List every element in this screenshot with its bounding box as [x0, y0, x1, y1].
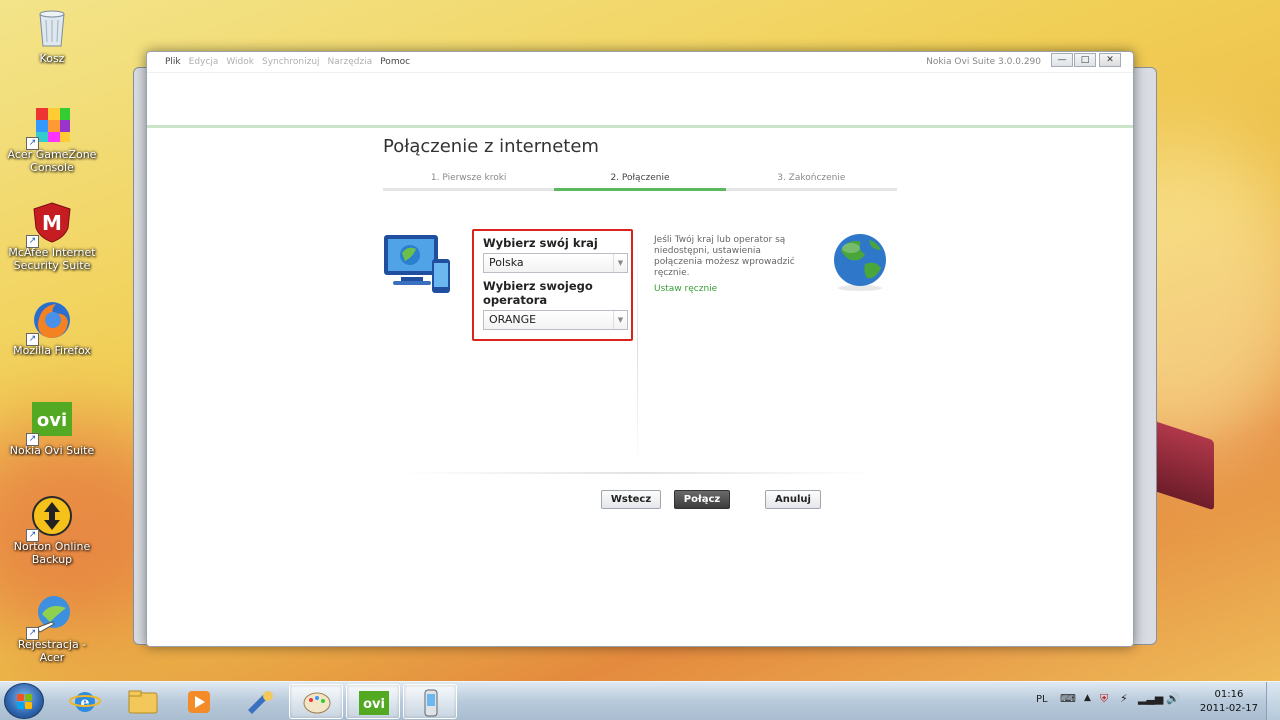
desktop-icon-recycle-bin[interactable]: Kosz [4, 6, 100, 65]
taskbar-phone[interactable] [403, 684, 457, 719]
minimize-button[interactable]: — [1051, 53, 1073, 67]
shortcut-arrow-icon: ↗ [26, 235, 39, 248]
desktop-icon-label: Kosz [39, 52, 65, 65]
volume-icon[interactable]: 🔊 [1166, 692, 1180, 705]
acer-registration-icon: ↗ [26, 592, 74, 640]
close-button[interactable]: ✕ [1099, 53, 1121, 67]
desktop-icon-mcafee[interactable]: M ↗ McAfee Internet Security Suite [4, 200, 100, 272]
desktop-icon-ovi[interactable]: ovi ↗ Nokia Ovi Suite [4, 398, 100, 457]
desktop-icon-firefox[interactable]: ↗ Mozilla Firefox [4, 298, 100, 357]
back-button[interactable]: Wstecz [601, 490, 661, 509]
dialog-title: Połączenie z internetem [383, 136, 599, 157]
security-alert-icon[interactable]: ⛨ [1100, 692, 1108, 706]
taskbar-paint[interactable] [289, 684, 343, 719]
ovi-icon: ovi [359, 691, 389, 715]
desktop-icon-label: Norton Online Backup [13, 540, 91, 566]
taskbar-explorer[interactable] [116, 684, 170, 719]
clock-date: 2011-02-17 [1199, 703, 1258, 714]
taskbar-ovi[interactable]: ovi [346, 684, 400, 719]
shortcut-arrow-icon: ↗ [26, 627, 39, 640]
menu-plik[interactable]: Plik [165, 57, 181, 67]
menu-synchronizuj[interactable]: Synchronizuj [262, 57, 320, 67]
clock-time: 01:16 [1214, 689, 1244, 700]
desktop-icon-label: Rejestracja - Acer [17, 638, 87, 664]
desktop-icon-acer-registration[interactable]: ↗ Rejestracja - Acer [4, 592, 100, 664]
taskbar-media-player[interactable] [172, 684, 226, 719]
country-select[interactable]: Polska ▼ [483, 253, 628, 273]
gamezone-icon: ↗ [26, 102, 74, 150]
step-first: 1. Pierwsze kroki [383, 173, 555, 191]
desktop-icon-label: Mozilla Firefox [13, 344, 91, 357]
system-tray: PL ⌨ ▲ ⛨ ⚡ ▂▃▅ 🔊 01:16 2011-02-17 [1020, 682, 1280, 720]
recycle-bin-icon [30, 6, 74, 50]
desktop-icon-label: Acer GameZone Console [7, 148, 97, 174]
language-indicator[interactable]: PL [1036, 694, 1048, 705]
country-label: Wybierz swój kraj [483, 236, 598, 250]
svg-text:ovi: ovi [363, 697, 385, 712]
step-finish: 3. Zakończenie [725, 173, 897, 191]
windows-logo-icon [17, 694, 33, 710]
globe-icon [831, 232, 889, 292]
taskbar-tools[interactable] [232, 684, 286, 719]
menu-edycja[interactable]: Edycja [189, 57, 219, 67]
show-hidden-icons-chevron-icon[interactable]: ▲ [1084, 693, 1091, 703]
info-text: Jeśli Twój kraj lub operator są niedostę… [654, 235, 795, 278]
operator-value: ORANGE [489, 313, 537, 326]
keyboard-icon[interactable]: ⌨ [1060, 692, 1076, 705]
wizard-steps: 1. Pierwsze kroki 2. Połączenie 3. Zakoń… [383, 173, 897, 191]
maximize-button[interactable]: □ [1074, 53, 1096, 67]
desktop-icon-label: McAfee Internet Security Suite [8, 246, 96, 272]
power-icon[interactable]: ⚡ [1120, 692, 1128, 705]
manual-settings-info: Jeśli Twój kraj lub operator są niedostę… [654, 235, 804, 295]
operator-label: Wybierz swojego operatora [483, 279, 593, 307]
mcafee-icon: M ↗ [26, 200, 74, 248]
connect-button[interactable]: Połącz [674, 490, 730, 509]
svg-text:M: M [42, 211, 62, 235]
faded-background-content [147, 73, 1133, 646]
chevron-down-icon: ▼ [613, 254, 627, 272]
menu-widok[interactable]: Widok [226, 57, 254, 67]
menu-pomoc[interactable]: Pomoc [380, 57, 410, 67]
menu-narzedzia[interactable]: Narzędzia [328, 57, 373, 67]
operator-select[interactable]: ORANGE ▼ [483, 310, 628, 330]
ovi-suite-window: Plik Edycja Widok Synchronizuj Narzędzia… [146, 51, 1134, 647]
chevron-down-icon: ▼ [613, 311, 627, 329]
show-desktop-button[interactable] [1266, 682, 1280, 720]
step-connection: 2. Połączenie [554, 173, 726, 191]
svg-text:e: e [81, 695, 90, 711]
firefox-icon: ↗ [26, 298, 74, 346]
network-signal-icon[interactable]: ▂▃▅ [1138, 692, 1163, 705]
taskbar: e ovi PL ⌨ ▲ ⛨ ⚡ ▂▃▅ 🔊 01:16 2011-02-17 [0, 681, 1280, 720]
media-player-icon [188, 691, 210, 713]
explorer-icon [128, 690, 158, 714]
shortcut-arrow-icon: ↗ [26, 433, 39, 446]
svg-text:ovi: ovi [37, 410, 67, 431]
selection-highlight-box: Wybierz swój kraj Polska ▼ Wybierz swoje… [472, 229, 633, 341]
shortcut-arrow-icon: ↗ [26, 333, 39, 346]
window-title: Nokia Ovi Suite 3.0.0.290 [926, 57, 1041, 67]
start-button[interactable] [4, 683, 44, 719]
ovi-icon: ovi ↗ [26, 398, 74, 446]
tools-icon [248, 691, 273, 714]
shortcut-arrow-icon: ↗ [26, 529, 39, 542]
dialog-separator [401, 472, 877, 474]
phone-icon [424, 689, 438, 717]
monitor-phone-icon [383, 233, 453, 299]
faded-accent-line [147, 125, 1133, 128]
shortcut-arrow-icon: ↗ [26, 137, 39, 150]
norton-icon: ↗ [26, 494, 74, 542]
clock[interactable]: 01:16 2011-02-17 [1200, 688, 1258, 716]
paint-icon [303, 692, 331, 714]
manual-setup-link[interactable]: Ustaw ręcznie [654, 284, 804, 295]
desktop-icon-label: Nokia Ovi Suite [9, 444, 95, 457]
country-value: Polska [489, 256, 524, 269]
taskbar-internet-explorer[interactable]: e [58, 684, 112, 719]
desktop-icon-norton[interactable]: ↗ Norton Online Backup [4, 494, 100, 566]
internet-explorer-icon: e [69, 692, 101, 712]
cancel-button[interactable]: Anuluj [765, 490, 821, 509]
desktop-icon-gamezone[interactable]: ↗ Acer GameZone Console [4, 102, 100, 174]
divider [637, 227, 638, 467]
